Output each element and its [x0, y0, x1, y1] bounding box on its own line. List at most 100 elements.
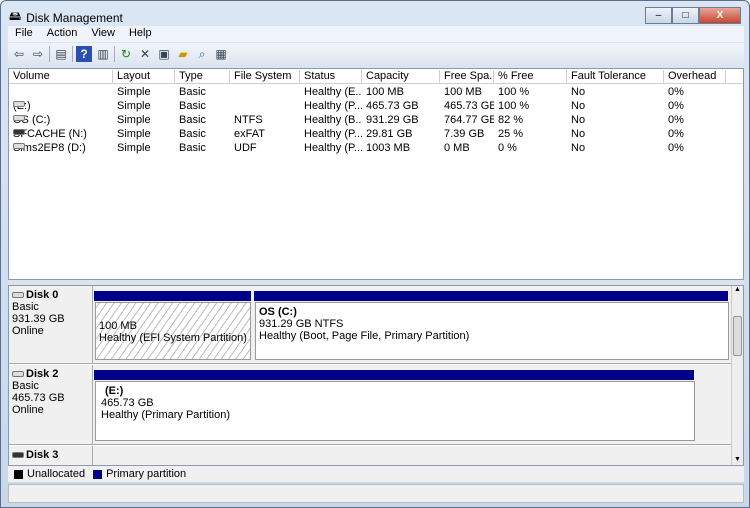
menu-view[interactable]: View [84, 26, 122, 42]
open-icon[interactable]: ▰ [175, 46, 191, 62]
table-cell: No [571, 142, 586, 154]
disk-0-label[interactable]: Disk 0 Basic 931.39 GB Online [9, 286, 93, 364]
table-cell: 25 % [498, 128, 524, 140]
table-row[interactable]: Simple Basic Healthy (E... 100 MB 100 MB 100 … [9, 85, 743, 99]
forward-icon[interactable]: ⇨ [30, 46, 46, 62]
table-cell: 29.81 GB [366, 128, 413, 140]
separator [114, 46, 115, 62]
explore-icon[interactable]: ⌕ [194, 46, 210, 62]
disk-icon [12, 371, 24, 378]
table-row[interactable]: (E:) Simple Basic Healthy (P... 465.73 GB 465… [9, 99, 743, 113]
efi-partition[interactable]: 100 MB Healthy (EFI System Partition) [95, 302, 251, 360]
partition-bar [254, 291, 728, 301]
maximize-button[interactable]: □ [672, 7, 699, 24]
table-cell: 465.73 GB [366, 100, 419, 112]
table-cell: No [571, 128, 586, 140]
disk-name: Disk 2 [26, 368, 59, 380]
partition-bar [94, 370, 694, 380]
partition-size: 100 MB [99, 320, 137, 332]
column-header[interactable]: Fault Tolerance [567, 70, 664, 84]
refresh-icon[interactable]: ↻ [118, 46, 134, 62]
disk-0-partitions: 100 MB Healthy (EFI System Partition) OS… [93, 286, 733, 364]
close-button[interactable]: X [699, 7, 741, 24]
table-cell: 1003 MB [366, 142, 411, 154]
partition-status: Healthy (Primary Partition) [101, 409, 230, 421]
table-cell: 0% [668, 114, 684, 126]
separator [49, 46, 50, 62]
table-cell: UDF [234, 142, 257, 154]
table-cell: Simple [117, 86, 151, 98]
table-row[interactable]: SFCACHE (N:) Simple Basic exFAT Healthy (P..… [9, 127, 743, 141]
menu-bar: File Action View Help [8, 26, 744, 42]
disk-3-partitions [93, 446, 733, 465]
table-cell: 0 MB [444, 142, 470, 154]
scroll-up-icon[interactable]: ▲ [732, 286, 743, 293]
rescan-icon[interactable]: ▦ [213, 46, 229, 62]
table-cell: Healthy (B... [304, 114, 362, 126]
delete-icon[interactable]: ✕ [137, 46, 153, 62]
column-header[interactable]: Status [300, 70, 362, 84]
column-header[interactable]: File System [230, 70, 300, 84]
menu-help[interactable]: Help [122, 26, 159, 42]
column-header[interactable]: Free Spa... [440, 70, 494, 84]
column-header[interactable]: Overhead [664, 70, 726, 84]
column-header[interactable]: Type [175, 70, 230, 84]
cd-drive-icon [13, 143, 25, 149]
minimize-button[interactable]: – [645, 7, 672, 24]
toolbar: ⇦ ⇨ ▤ ? ▥ ↻ ✕ ▣ ▰ ⌕ ▦ [8, 43, 744, 65]
column-header[interactable]: Capacity [362, 70, 440, 84]
table-row[interactable]: Sims2EP8 (D:) Simple Basic UDF Healthy (P...… [9, 141, 743, 155]
table-cell: Simple [117, 128, 151, 140]
legend: Unallocated Primary partition [8, 466, 744, 482]
back-icon[interactable]: ⇦ [11, 46, 27, 62]
list-header: Volume Layout Type File System Status Capacit… [9, 69, 743, 84]
table-cell: 100 MB [444, 86, 482, 98]
table-cell: NTFS [234, 114, 263, 126]
column-header[interactable]: % Free [494, 70, 567, 84]
column-header[interactable]: Volume [9, 70, 113, 84]
menu-action[interactable]: Action [40, 26, 85, 42]
table-row[interactable]: OS (C:) Simple Basic NTFS Healthy (B... 931.2… [9, 113, 743, 127]
disk-type: Basic [12, 301, 39, 313]
e-partition[interactable]: (E:) 465.73 GB Healthy (Primary Partitio… [95, 381, 695, 441]
console-tree-icon[interactable]: ▤ [53, 46, 69, 62]
table-cell: 0% [668, 142, 684, 154]
vertical-scrollbar[interactable]: ▲ ▼ [731, 286, 743, 465]
properties-icon[interactable]: ▣ [156, 46, 172, 62]
table-cell: Basic [179, 128, 206, 140]
scrollbar-thumb[interactable] [733, 316, 742, 356]
removable-disk-icon [12, 452, 24, 459]
disk-type: Basic [12, 380, 39, 392]
disk-2-label[interactable]: Disk 2 Basic 465.73 GB Online [9, 365, 93, 445]
table-cell: Basic [179, 114, 206, 126]
menu-file[interactable]: File [8, 26, 40, 42]
table-cell: 0% [668, 128, 684, 140]
disk-size: 465.73 GB [12, 392, 65, 404]
help-icon[interactable]: ? [76, 46, 92, 62]
os-partition[interactable]: OS (C:) 931.29 GB NTFS Healthy (Boot, Pa… [255, 302, 729, 360]
table-cell: Healthy (P... [304, 142, 362, 154]
table-cell: 764.77 GB [444, 114, 494, 126]
table-cell: Simple [117, 114, 151, 126]
table-cell: Simple [117, 142, 151, 154]
table-cell: No [571, 114, 586, 126]
disk-management-window: 🖴 Disk Management – □ X File Action View … [0, 0, 750, 508]
scroll-down-icon[interactable]: ▼ [732, 456, 743, 463]
volume-cell: SFCACHE (N:) [9, 128, 113, 140]
partition-size: 931.29 GB NTFS [259, 318, 344, 330]
table-cell: 82 % [498, 114, 524, 126]
details-pane-icon[interactable]: ▥ [95, 46, 111, 62]
status-bar [8, 484, 744, 503]
table-cell: 0% [668, 100, 684, 112]
table-cell: exFAT [234, 128, 265, 140]
app-icon: 🖴 [9, 9, 22, 23]
column-header[interactable]: Layout [113, 70, 175, 84]
legend-unallocated: Unallocated [27, 468, 86, 480]
legend-primary: Primary partition [106, 468, 187, 480]
disk-3-label[interactable]: Disk 3 [9, 446, 93, 465]
table-cell: Healthy (P... [304, 100, 362, 112]
table-cell: 931.29 GB [366, 114, 419, 126]
partition-bar [94, 291, 251, 301]
table-cell: 465.73 GB [444, 100, 494, 112]
window-title: Disk Management [26, 10, 123, 25]
